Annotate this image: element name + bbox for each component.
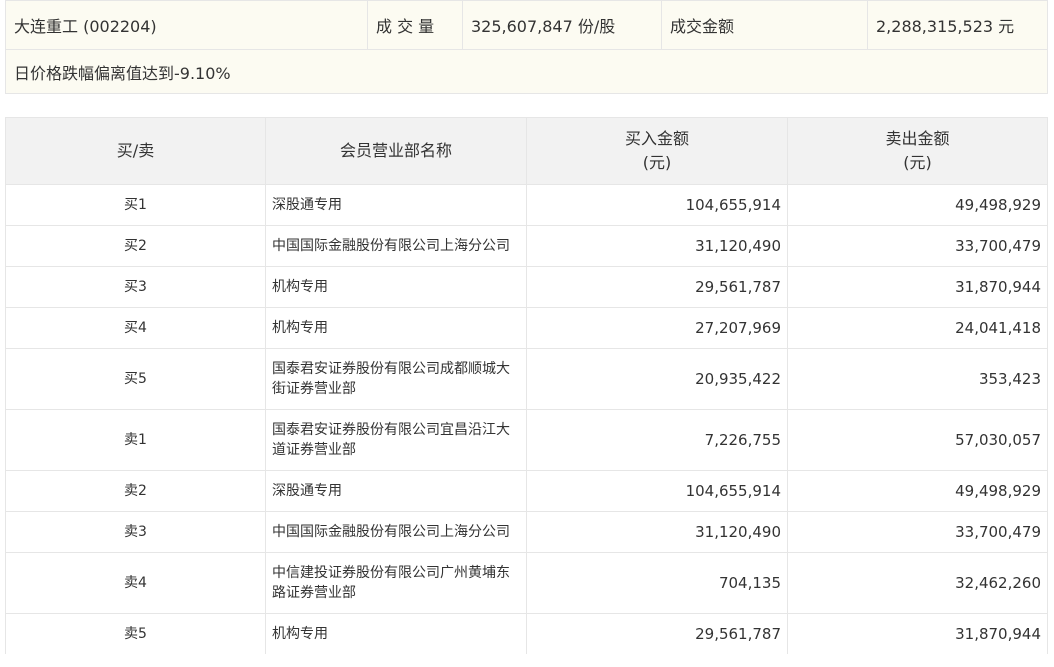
trading-seats-table: 买/卖 会员营业部名称 买入金额 (元) 卖出金额 (元) 买1 深股通专用 1… [5,117,1048,654]
row-name: 国泰君安证券股份有限公司成都顺城大街证券营业部 [265,348,527,410]
table-row: 卖2 深股通专用 104,655,914 49,498,929 [5,470,1048,512]
row-side: 买2 [5,225,266,267]
row-buy-amount: 31,120,490 [526,511,788,553]
row-buy-amount: 20,935,422 [526,348,788,410]
row-sell-amount: 353,423 [787,348,1048,410]
row-buy-amount: 29,561,787 [526,613,788,654]
row-buy-amount: 31,120,490 [526,225,788,267]
table-header-row: 买/卖 会员营业部名称 买入金额 (元) 卖出金额 (元) [5,117,1048,185]
row-name: 深股通专用 [265,184,527,226]
table-row: 卖4 中信建投证券股份有限公司广州黄埔东路证券营业部 704,135 32,46… [5,552,1048,614]
row-buy-amount: 29,561,787 [526,266,788,308]
table-row: 买1 深股通专用 104,655,914 49,498,929 [5,184,1048,226]
row-name: 深股通专用 [265,470,527,512]
row-sell-amount: 24,041,418 [787,307,1048,349]
table-row: 卖1 国泰君安证券股份有限公司宜昌沿江大道证券营业部 7,226,755 57,… [5,409,1048,471]
row-side: 卖3 [5,511,266,553]
header-sell-amount: 卖出金额 (元) [787,117,1048,185]
header-side: 买/卖 [5,117,266,185]
row-buy-amount: 7,226,755 [526,409,788,471]
table-row: 卖3 中国国际金融股份有限公司上海分公司 31,120,490 33,700,4… [5,511,1048,553]
volume-value: 325,607,847 份/股 [462,0,662,50]
row-side: 卖5 [5,613,266,654]
row-side: 卖4 [5,552,266,614]
row-sell-amount: 32,462,260 [787,552,1048,614]
row-name: 中国国际金融股份有限公司上海分公司 [265,225,527,267]
row-name: 中国国际金融股份有限公司上海分公司 [265,511,527,553]
stock-name: 大连重工 (002204) [5,0,368,50]
row-side: 买4 [5,307,266,349]
row-name: 机构专用 [265,266,527,308]
row-sell-amount: 31,870,944 [787,266,1048,308]
table-row: 买5 国泰君安证券股份有限公司成都顺城大街证券营业部 20,935,422 35… [5,348,1048,410]
row-name: 机构专用 [265,613,527,654]
summary-row: 大连重工 (002204) 成 交 量 325,607,847 份/股 成交金额… [5,0,1048,50]
row-side: 卖1 [5,409,266,471]
header-name: 会员营业部名称 [265,117,527,185]
table-row: 买4 机构专用 27,207,969 24,041,418 [5,307,1048,349]
row-sell-amount: 49,498,929 [787,470,1048,512]
amount-value: 2,288,315,523 元 [867,0,1048,50]
row-side: 买1 [5,184,266,226]
row-sell-amount: 33,700,479 [787,225,1048,267]
table-row: 买3 机构专用 29,561,787 31,870,944 [5,266,1048,308]
row-sell-amount: 57,030,057 [787,409,1048,471]
row-sell-amount: 49,498,929 [787,184,1048,226]
row-buy-amount: 104,655,914 [526,470,788,512]
table-row: 买2 中国国际金融股份有限公司上海分公司 31,120,490 33,700,4… [5,225,1048,267]
row-buy-amount: 704,135 [526,552,788,614]
row-sell-amount: 33,700,479 [787,511,1048,553]
listing-reason: 日价格跌幅偏离值达到-9.10% [5,49,1048,94]
row-side: 买5 [5,348,266,410]
row-name: 中信建投证券股份有限公司广州黄埔东路证券营业部 [265,552,527,614]
row-buy-amount: 27,207,969 [526,307,788,349]
row-side: 买3 [5,266,266,308]
stock-summary-table: 大连重工 (002204) 成 交 量 325,607,847 份/股 成交金额… [5,0,1048,94]
row-name: 国泰君安证券股份有限公司宜昌沿江大道证券营业部 [265,409,527,471]
row-side: 卖2 [5,470,266,512]
table-row: 卖5 机构专用 29,561,787 31,870,944 [5,613,1048,654]
row-sell-amount: 31,870,944 [787,613,1048,654]
row-buy-amount: 104,655,914 [526,184,788,226]
volume-label: 成 交 量 [367,0,463,50]
reason-row: 日价格跌幅偏离值达到-9.10% [5,49,1048,94]
row-name: 机构专用 [265,307,527,349]
amount-label: 成交金额 [661,0,868,50]
header-buy-amount: 买入金额 (元) [526,117,788,185]
